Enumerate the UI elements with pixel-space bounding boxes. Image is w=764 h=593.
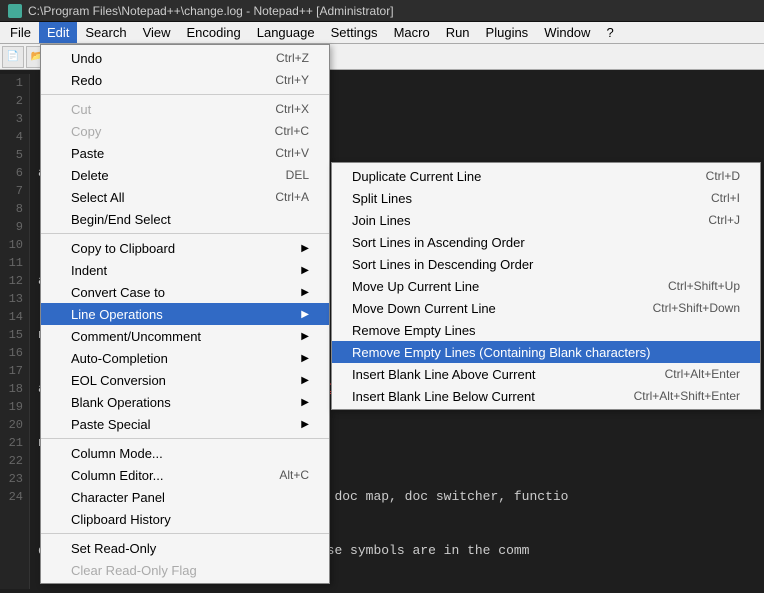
menu-line-operations[interactable]: Line Operations ▶ bbox=[41, 303, 329, 325]
menu-bar: File Edit Search View Encoding Language … bbox=[0, 22, 764, 44]
sep-2 bbox=[41, 233, 329, 234]
sep-1 bbox=[41, 94, 329, 95]
toolbar-new[interactable]: 📄 bbox=[2, 46, 24, 68]
window-title: C:\Program Files\Notepad++\change.log - … bbox=[28, 4, 394, 18]
submenu-insert-blank-below[interactable]: Insert Blank Line Below Current Ctrl+Alt… bbox=[332, 385, 760, 407]
line-operations-submenu: Duplicate Current Line Ctrl+D Split Line… bbox=[331, 162, 761, 410]
submenu-insert-blank-above[interactable]: Insert Blank Line Above Current Ctrl+Alt… bbox=[332, 363, 760, 385]
submenu-remove-empty-blank[interactable]: Remove Empty Lines (Containing Blank cha… bbox=[332, 341, 760, 363]
submenu-sort-ascending[interactable]: Sort Lines in Ascending Order bbox=[332, 231, 760, 253]
menu-paste-special[interactable]: Paste Special ▶ bbox=[41, 413, 329, 435]
arrow-blank-ops: ▶ bbox=[301, 397, 309, 408]
menu-copy[interactable]: Copy Ctrl+C bbox=[41, 120, 329, 142]
menu-help[interactable]: ? bbox=[598, 22, 621, 43]
menu-settings[interactable]: Settings bbox=[323, 22, 386, 43]
menu-select-all[interactable]: Select All Ctrl+A bbox=[41, 186, 329, 208]
menu-auto-completion[interactable]: Auto-Completion ▶ bbox=[41, 347, 329, 369]
menu-clipboard-history[interactable]: Clipboard History bbox=[41, 508, 329, 530]
arrow-convert-case: ▶ bbox=[301, 287, 309, 298]
arrow-eol: ▶ bbox=[301, 375, 309, 386]
menu-edit[interactable]: Edit bbox=[39, 22, 77, 43]
submenu-remove-empty[interactable]: Remove Empty Lines bbox=[332, 319, 760, 341]
submenu-move-up[interactable]: Move Up Current Line Ctrl+Shift+Up bbox=[332, 275, 760, 297]
submenu-duplicate-line[interactable]: Duplicate Current Line Ctrl+D bbox=[332, 165, 760, 187]
menu-set-read-only[interactable]: Set Read-Only bbox=[41, 537, 329, 559]
menu-indent[interactable]: Indent ▶ bbox=[41, 259, 329, 281]
menu-search[interactable]: Search bbox=[77, 22, 134, 43]
submenu-move-down[interactable]: Move Down Current Line Ctrl+Shift+Down bbox=[332, 297, 760, 319]
menu-clear-read-only[interactable]: Clear Read-Only Flag bbox=[41, 559, 329, 581]
submenu-sort-descending[interactable]: Sort Lines in Descending Order bbox=[332, 253, 760, 275]
menu-redo[interactable]: Redo Ctrl+Y bbox=[41, 69, 329, 91]
menu-column-editor[interactable]: Column Editor... Alt+C bbox=[41, 464, 329, 486]
line-numbers: 1 2 3 4 5 6 7 8 9 10 11 12 13 14 15 16 1… bbox=[0, 74, 30, 589]
menu-begin-end-select[interactable]: Begin/End Select bbox=[41, 208, 329, 230]
submenu-join-lines[interactable]: Join Lines Ctrl+J bbox=[332, 209, 760, 231]
menu-comment-uncomment[interactable]: Comment/Uncomment ▶ bbox=[41, 325, 329, 347]
menu-encoding[interactable]: Encoding bbox=[179, 22, 249, 43]
menu-eol-conversion[interactable]: EOL Conversion ▶ bbox=[41, 369, 329, 391]
menu-cut[interactable]: Cut Ctrl+X bbox=[41, 98, 329, 120]
menu-delete[interactable]: Delete DEL bbox=[41, 164, 329, 186]
menu-undo[interactable]: Undo Ctrl+Z bbox=[41, 47, 329, 69]
arrow-copy-clipboard: ▶ bbox=[301, 243, 309, 254]
sep-3 bbox=[41, 438, 329, 439]
edit-menu: Undo Ctrl+Z Redo Ctrl+Y Cut Ctrl+X Copy … bbox=[40, 44, 330, 584]
menu-macro[interactable]: Macro bbox=[386, 22, 438, 43]
arrow-line-ops: ▶ bbox=[301, 309, 309, 320]
menu-view[interactable]: View bbox=[135, 22, 179, 43]
menu-run[interactable]: Run bbox=[438, 22, 478, 43]
menu-file[interactable]: File bbox=[2, 22, 39, 43]
menu-copy-to-clipboard[interactable]: Copy to Clipboard ▶ bbox=[41, 237, 329, 259]
menu-blank-operations[interactable]: Blank Operations ▶ bbox=[41, 391, 329, 413]
menu-character-panel[interactable]: Character Panel bbox=[41, 486, 329, 508]
arrow-auto-completion: ▶ bbox=[301, 353, 309, 364]
arrow-indent: ▶ bbox=[301, 265, 309, 276]
menu-window[interactable]: Window bbox=[536, 22, 598, 43]
menu-language[interactable]: Language bbox=[249, 22, 323, 43]
menu-column-mode[interactable]: Column Mode... bbox=[41, 442, 329, 464]
menu-convert-case[interactable]: Convert Case to ▶ bbox=[41, 281, 329, 303]
arrow-comment: ▶ bbox=[301, 331, 309, 342]
submenu-split-lines[interactable]: Split Lines Ctrl+I bbox=[332, 187, 760, 209]
menu-paste[interactable]: Paste Ctrl+V bbox=[41, 142, 329, 164]
menu-plugins[interactable]: Plugins bbox=[478, 22, 537, 43]
title-bar: C:\Program Files\Notepad++\change.log - … bbox=[0, 0, 764, 22]
app-icon bbox=[8, 4, 22, 18]
sep-4 bbox=[41, 533, 329, 534]
arrow-paste-special: ▶ bbox=[301, 419, 309, 430]
